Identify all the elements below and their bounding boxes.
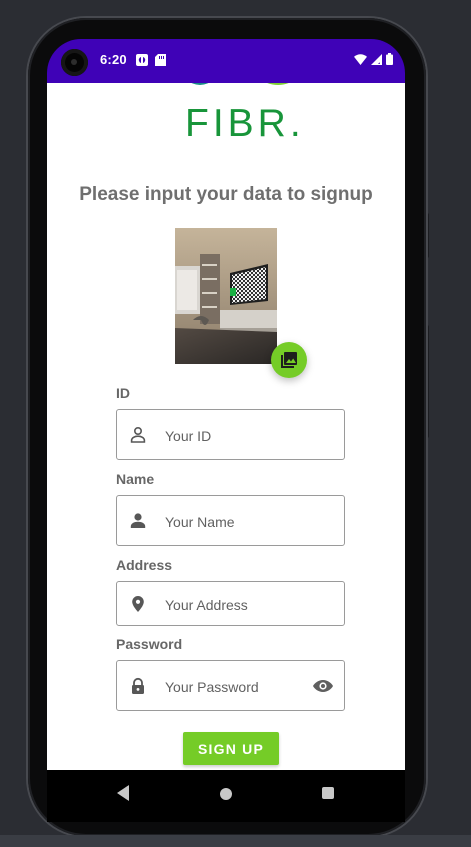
phone-screen: 6:20 FIBR. Please input your data to sig… [47, 39, 405, 822]
emulator-bottom-strip [0, 835, 471, 847]
back-icon[interactable] [115, 784, 131, 802]
logo-shape-green [248, 83, 308, 85]
recent-apps-icon[interactable] [322, 787, 334, 799]
signal-icon [371, 53, 382, 65]
app-icon [136, 54, 148, 66]
address-label: Address [116, 557, 173, 573]
image-picker-icon [281, 352, 297, 368]
status-time: 6:20 [100, 52, 127, 67]
choose-photo-button[interactable] [271, 342, 307, 378]
wifi-icon [354, 53, 367, 65]
id-label: ID [116, 385, 130, 401]
password-label: Password [116, 636, 183, 652]
battery-icon [386, 53, 393, 65]
front-camera-icon [61, 49, 88, 76]
name-field[interactable] [116, 495, 345, 547]
navigation-bar [47, 770, 405, 822]
eye-icon[interactable] [312, 678, 334, 694]
room-photo-image [175, 228, 277, 364]
status-bar: 6:20 [47, 39, 405, 83]
password-input[interactable] [163, 661, 307, 712]
name-label: Name [116, 471, 155, 487]
home-icon[interactable] [220, 788, 232, 800]
id-input[interactable] [163, 410, 307, 461]
address-input[interactable] [163, 582, 307, 627]
signup-screen: FIBR. Please input your data to signup I… [47, 83, 405, 770]
name-input[interactable] [163, 496, 307, 547]
lock-icon [132, 677, 144, 694]
app-logo: FIBR. [185, 102, 305, 145]
signup-button[interactable]: SIGN UP [183, 732, 279, 765]
person-outline-icon [130, 426, 146, 443]
logo-shape-teal [181, 83, 219, 85]
id-field[interactable] [116, 409, 345, 461]
sd-card-icon [155, 54, 166, 66]
profile-photo[interactable] [175, 228, 277, 364]
password-field[interactable] [116, 660, 345, 712]
address-field[interactable] [116, 581, 345, 627]
location-pin-icon [132, 595, 144, 612]
person-icon [130, 512, 146, 528]
signup-headline: Please input your data to signup [79, 184, 373, 205]
emulator-background: 6:20 FIBR. Please input your data to sig… [0, 0, 471, 847]
